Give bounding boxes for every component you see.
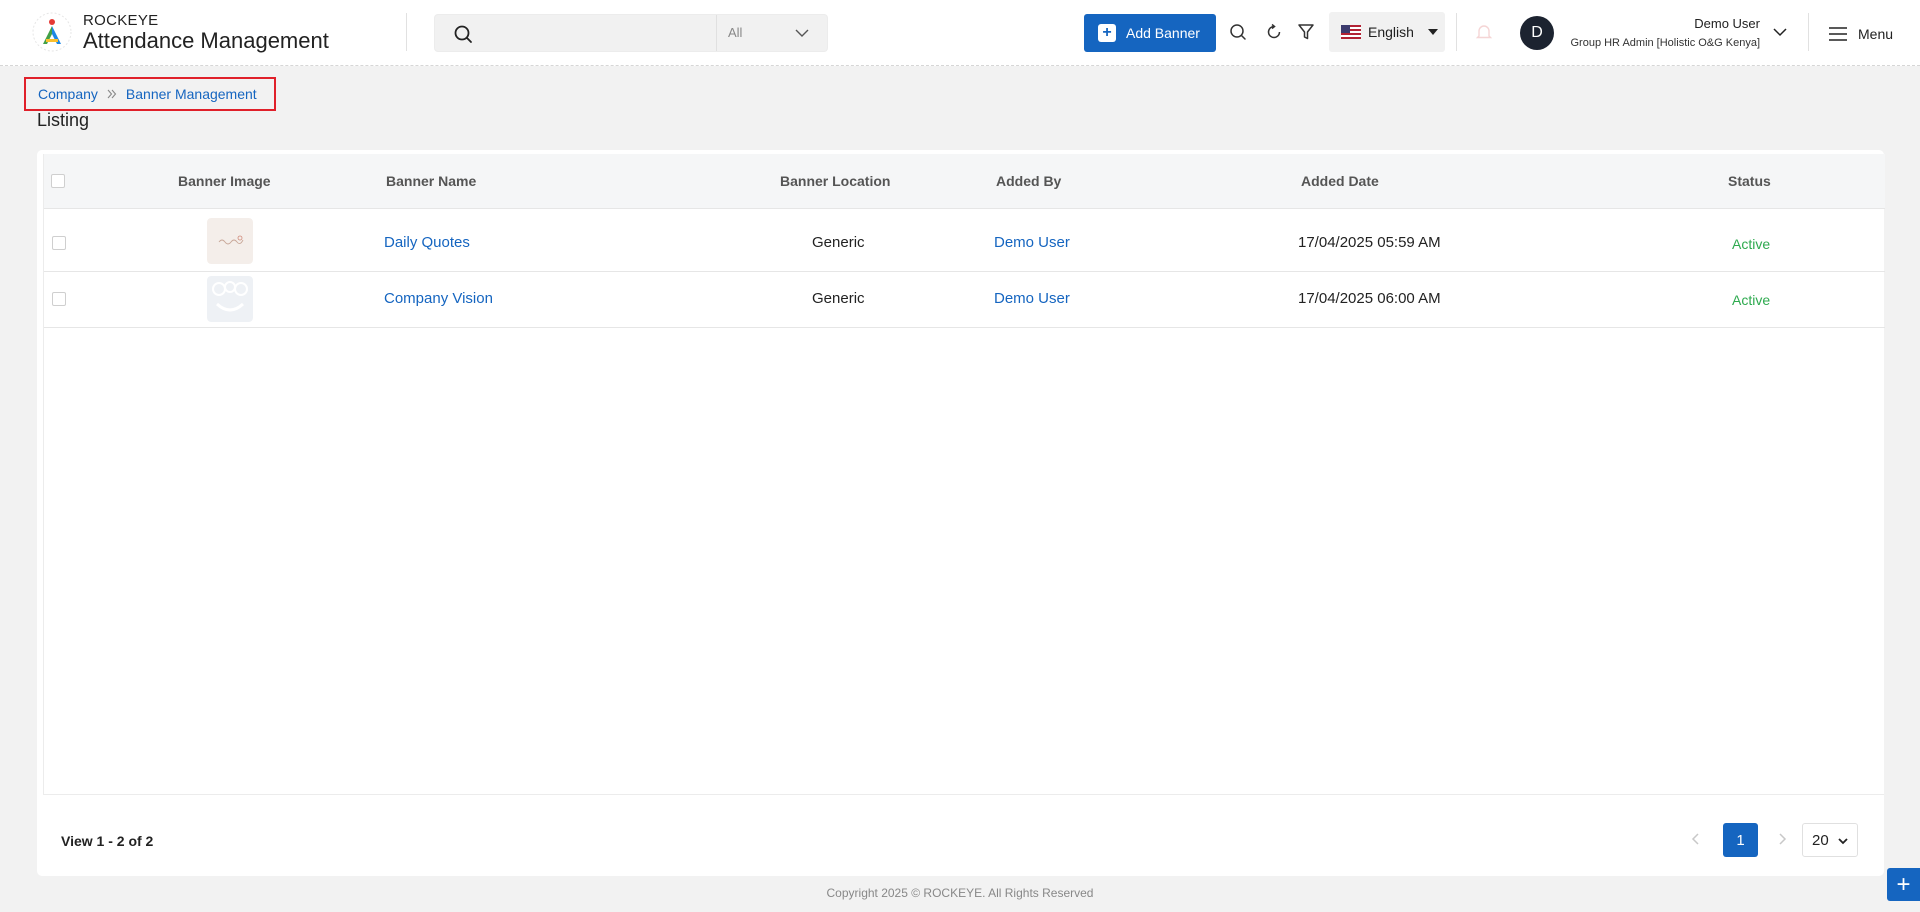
language-label: English <box>1368 24 1414 40</box>
row-checkbox[interactable] <box>52 292 66 306</box>
header-status[interactable]: Status <box>1728 173 1771 189</box>
language-selector[interactable]: English <box>1329 12 1445 52</box>
user-role: Group HR Admin [Holistic O&G Kenya] <box>1570 37 1760 49</box>
filter-icon[interactable] <box>1296 22 1316 42</box>
footer-copyright: Copyright 2025 © ROCKEYE. All Rights Res… <box>826 886 1094 900</box>
breadcrumb: Company Banner Management <box>24 77 276 111</box>
search-toggle-icon[interactable] <box>1228 22 1248 42</box>
status-badge: Active <box>1732 236 1771 252</box>
caret-down-icon <box>1427 29 1438 35</box>
header-divider <box>406 13 407 51</box>
double-chevron-right-icon <box>107 89 117 99</box>
breadcrumb-banner-management[interactable]: Banner Management <box>126 86 257 102</box>
banner-thumbnail-image[interactable] <box>207 276 253 322</box>
added-date: 17/04/2025 06:00 AM <box>1298 290 1441 307</box>
chevron-down-icon[interactable] <box>1772 24 1788 40</box>
search-input[interactable] <box>483 15 743 51</box>
banner-name-link[interactable]: Company Vision <box>384 290 493 307</box>
search-filter-dropdown[interactable]: All <box>716 15 828 51</box>
header-divider <box>1456 13 1457 51</box>
chevron-right-icon[interactable] <box>1772 829 1792 849</box>
select-all-checkbox[interactable] <box>51 174 65 188</box>
added-by-link[interactable]: Demo User <box>994 290 1070 307</box>
header-added-by[interactable]: Added By <box>996 173 1061 189</box>
add-banner-label: Add Banner <box>1126 25 1200 41</box>
header-banner-location[interactable]: Banner Location <box>780 173 890 189</box>
table-row[interactable]: Daily Quotes Generic Demo User 17/04/202… <box>44 216 1885 272</box>
search-filter-value: All <box>728 25 743 40</box>
banner-thumbnail-image[interactable] <box>207 218 253 264</box>
chevron-down-icon <box>1838 838 1848 845</box>
pagination-summary: View 1 - 2 of 2 <box>61 833 154 849</box>
table-row[interactable]: Company Vision Generic Demo User 17/04/2… <box>44 272 1885 328</box>
page-title: Listing <box>37 110 90 130</box>
user-name[interactable]: Demo User <box>1566 16 1760 31</box>
banner-location: Generic <box>812 234 865 251</box>
added-by-link[interactable]: Demo User <box>994 234 1070 251</box>
notification-bell-icon[interactable] <box>1474 22 1494 42</box>
floating-add-button[interactable]: + <box>1887 868 1920 901</box>
plus-icon: + <box>1896 870 1911 898</box>
avatar[interactable]: D <box>1520 16 1554 50</box>
rockeye-logo[interactable] <box>32 12 72 52</box>
header-banner-image[interactable]: Banner Image <box>178 173 271 189</box>
listing-card: Banner Image Banner Name Banner Location… <box>37 150 1885 876</box>
menu-button[interactable]: Menu <box>1828 22 1893 46</box>
header-banner-name[interactable]: Banner Name <box>386 173 476 189</box>
us-flag-icon <box>1341 25 1361 39</box>
app-title: Attendance Management <box>83 28 329 53</box>
banner-name-link[interactable]: Daily Quotes <box>384 234 470 251</box>
header-added-date[interactable]: Added Date <box>1301 173 1379 189</box>
banner-table: Banner Image Banner Name Banner Location… <box>43 154 1885 795</box>
menu-label: Menu <box>1858 26 1894 42</box>
global-search: All <box>434 14 828 52</box>
add-banner-button[interactable]: + Add Banner <box>1084 14 1216 52</box>
status-badge: Active <box>1732 292 1771 308</box>
page-size-select[interactable]: 20 <box>1802 823 1858 857</box>
row-checkbox[interactable] <box>52 236 66 250</box>
page-size-value: 20 <box>1812 831 1829 849</box>
header-divider <box>1808 13 1809 51</box>
banner-location: Generic <box>812 290 865 307</box>
brand-name: ROCKEYE <box>83 12 159 29</box>
added-date: 17/04/2025 05:59 AM <box>1298 234 1441 251</box>
hamburger-menu-icon <box>1829 27 1847 41</box>
chevron-left-icon[interactable] <box>1686 829 1706 849</box>
chevron-down-icon <box>795 29 809 37</box>
pagination-current-page[interactable]: 1 <box>1723 823 1758 857</box>
search-icon[interactable] <box>453 24 473 44</box>
top-header: ROCKEYE Attendance Management All + Add … <box>0 0 1920 66</box>
plus-icon: + <box>1098 24 1116 42</box>
table-header: Banner Image Banner Name Banner Location… <box>44 154 1885 209</box>
refresh-icon[interactable] <box>1264 22 1284 42</box>
breadcrumb-company[interactable]: Company <box>38 86 98 102</box>
